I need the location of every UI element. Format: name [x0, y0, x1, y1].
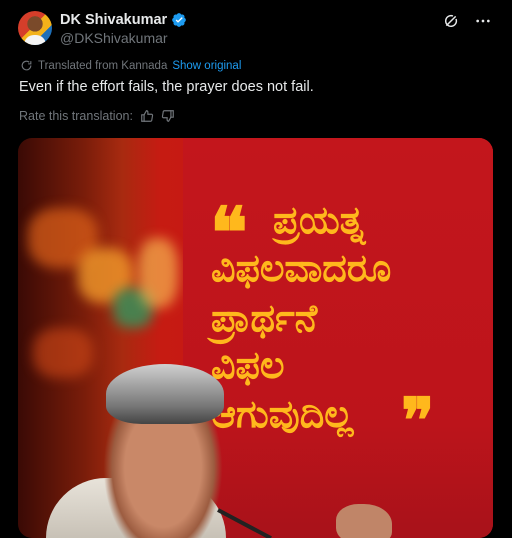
rate-translation-row: Rate this translation:: [19, 109, 175, 123]
translate-icon: [21, 60, 32, 71]
tweet-top-actions: [442, 12, 492, 30]
tweet-image[interactable]: ❝ ಪ್ರಯತ್ನ ವಿಫಲವಾದರೂ ಪ್ರಾರ್ಥನೆ ವಿಫಲ ಆಗುವು…: [18, 138, 493, 538]
author-display-name[interactable]: DK Shivakumar: [60, 12, 167, 28]
background-bokeh: [138, 238, 178, 308]
more-button[interactable]: [474, 12, 492, 30]
translation-notice: Translated from Kannada Show original: [20, 59, 241, 72]
quote-line-2: ವಿಫಲವಾದರೂ: [211, 246, 392, 290]
thumbs-down-icon[interactable]: [161, 109, 175, 123]
rate-translation-label: Rate this translation:: [19, 109, 133, 123]
quote-line-1: ಪ್ರಯತ್ನ: [273, 198, 365, 242]
grok-button[interactable]: [442, 12, 460, 30]
speaker-hand: [336, 504, 392, 538]
translated-from-label: Translated from Kannada: [38, 59, 168, 72]
tweet-text: Even if the effort fails, the prayer doe…: [19, 79, 314, 95]
verified-badge-icon: [172, 13, 187, 27]
grok-icon: [445, 14, 458, 27]
show-original-link[interactable]: Show original: [172, 60, 241, 72]
background-bokeh: [33, 328, 93, 378]
quote-line-3: ಪ್ರಾರ್ಥನೆ: [211, 296, 318, 340]
avatar[interactable]: [18, 11, 52, 45]
quote-line-5: ಆಗುವುದಿಲ್ಲ: [211, 392, 354, 436]
thumbs-up-icon[interactable]: [140, 109, 154, 123]
more-icon: [476, 19, 490, 23]
close-quote-mark: ❞: [401, 384, 434, 457]
author-name-row: DK Shivakumar: [60, 12, 187, 28]
speaker-hair: [106, 364, 224, 424]
author-handle[interactable]: @DKShivakumar: [60, 30, 168, 46]
